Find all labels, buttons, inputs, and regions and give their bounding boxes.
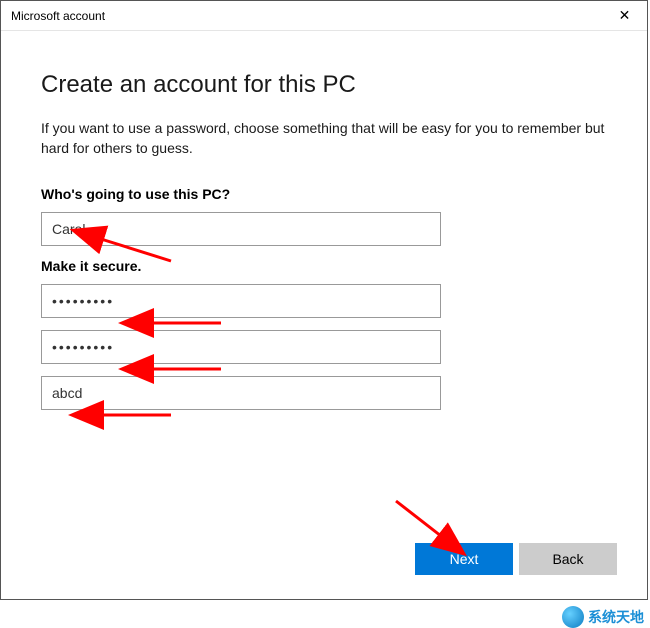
next-button[interactable]: Next [415, 543, 513, 575]
confirm-password-input[interactable] [41, 330, 441, 364]
secure-label: Make it secure. [41, 258, 607, 274]
watermark: 系统天地 [562, 606, 644, 628]
page-description: If you want to use a password, choose so… [41, 119, 607, 158]
close-icon: ✕ [619, 7, 631, 24]
username-label: Who's going to use this PC? [41, 186, 607, 202]
content-area: Create an account for this PC If you wan… [1, 31, 647, 422]
close-button[interactable]: ✕ [602, 1, 647, 31]
page-heading: Create an account for this PC [41, 71, 607, 99]
password-input[interactable] [41, 284, 441, 318]
password-hint-input[interactable] [41, 376, 441, 410]
microsoft-account-window: Microsoft account ✕ Create an account fo… [0, 0, 648, 600]
titlebar: Microsoft account ✕ [1, 1, 647, 31]
button-row: Next Back [415, 543, 617, 575]
watermark-globe-icon [562, 606, 584, 628]
username-input[interactable] [41, 212, 441, 246]
window-title: Microsoft account [11, 9, 105, 23]
watermark-text: 系统天地 [588, 607, 644, 627]
back-button[interactable]: Back [519, 543, 617, 575]
